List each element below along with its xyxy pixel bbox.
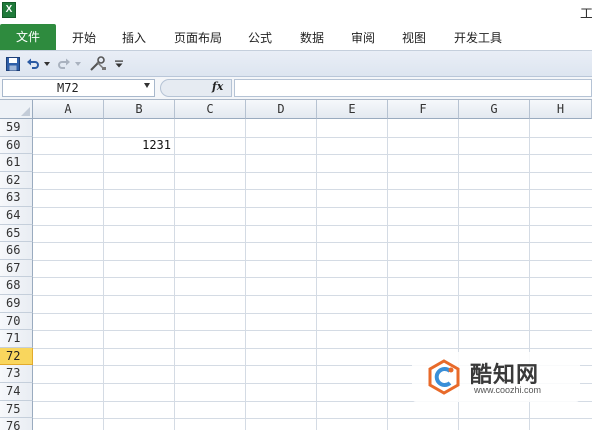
gridline xyxy=(33,207,592,208)
gridline xyxy=(33,224,592,226)
formula-bar: M72 fx xyxy=(0,77,592,100)
gridline xyxy=(33,259,592,261)
row-header-67[interactable]: 67 xyxy=(0,259,33,278)
tab-insert[interactable]: 插入 xyxy=(118,29,150,51)
title-bar: X 工 xyxy=(0,0,592,24)
gridline xyxy=(33,242,592,244)
column-header-c[interactable]: C xyxy=(175,100,246,119)
gridline xyxy=(33,154,592,156)
watermark-url: www.coozhi.com xyxy=(474,385,542,395)
gridline xyxy=(33,171,592,173)
row-header-76[interactable]: 76 xyxy=(0,418,33,430)
toolbar-more-icon[interactable] xyxy=(112,55,126,73)
ribbon-tabs: 文件 开始 插入 页面布局 公式 数据 审阅 视图 开发工具 xyxy=(0,24,592,51)
insert-function-button[interactable]: fx xyxy=(212,80,223,93)
customize-icon[interactable] xyxy=(88,55,108,73)
column-header-h[interactable]: H xyxy=(530,100,592,119)
row-header-75[interactable]: 75 xyxy=(0,400,33,419)
row-header-71[interactable]: 71 xyxy=(0,330,33,348)
window-title: 工 xyxy=(580,7,592,19)
gridline xyxy=(33,189,592,191)
tab-review[interactable]: 审阅 xyxy=(347,29,379,51)
excel-app-icon[interactable]: X xyxy=(2,2,16,18)
row-header-72[interactable]: 72 xyxy=(0,347,33,366)
row-header-74[interactable]: 74 xyxy=(0,383,33,401)
column-header-g[interactable]: G xyxy=(459,100,530,119)
gridline xyxy=(33,330,592,332)
column-header-e[interactable]: E xyxy=(317,100,388,119)
redo-dropdown-icon[interactable] xyxy=(73,55,83,73)
name-box[interactable]: M72 xyxy=(2,79,155,97)
tab-formulas[interactable]: 公式 xyxy=(244,29,276,51)
select-all-corner[interactable] xyxy=(0,100,33,119)
row-header-64[interactable]: 64 xyxy=(0,207,33,225)
row-header-70[interactable]: 70 xyxy=(0,312,33,331)
row-header-73[interactable]: 73 xyxy=(0,365,33,383)
column-header-b[interactable]: B xyxy=(104,100,175,119)
row-header-65[interactable]: 65 xyxy=(0,224,33,243)
gridline xyxy=(33,312,592,314)
row-header-61[interactable]: 61 xyxy=(0,154,33,172)
tab-data[interactable]: 数据 xyxy=(296,29,328,51)
watermark: 酷知网 www.coozhi.com xyxy=(412,352,580,402)
column-header-d[interactable]: D xyxy=(246,100,317,119)
row-header-62[interactable]: 62 xyxy=(0,171,33,190)
column-header-a[interactable]: A xyxy=(33,100,104,119)
redo-icon[interactable] xyxy=(56,55,72,73)
undo-dropdown-icon[interactable] xyxy=(42,55,52,73)
gridline xyxy=(33,347,592,349)
gridline xyxy=(33,295,592,296)
tab-developer[interactable]: 开发工具 xyxy=(450,29,506,51)
coozhi-logo-icon xyxy=(428,359,460,395)
name-box-dropdown-icon[interactable] xyxy=(144,83,150,88)
formula-input[interactable] xyxy=(234,79,592,97)
undo-icon[interactable] xyxy=(25,55,41,73)
row-header-60[interactable]: 60 xyxy=(0,136,33,155)
save-icon[interactable] xyxy=(4,55,22,73)
tab-view[interactable]: 视图 xyxy=(398,29,430,51)
quick-access-toolbar xyxy=(0,51,592,77)
cell-b60-value[interactable]: 1231 xyxy=(105,136,171,153)
row-header-68[interactable]: 68 xyxy=(0,277,33,295)
row-header-69[interactable]: 69 xyxy=(0,295,33,313)
column-header-f[interactable]: F xyxy=(388,100,459,119)
row-header-59[interactable]: 59 xyxy=(0,119,33,137)
row-header-66[interactable]: 66 xyxy=(0,242,33,260)
tab-page-layout[interactable]: 页面布局 xyxy=(170,29,226,51)
tab-file[interactable]: 文件 xyxy=(0,24,56,50)
gridline xyxy=(33,277,592,279)
gridline xyxy=(33,418,592,420)
tab-home[interactable]: 开始 xyxy=(68,29,100,51)
row-header-63[interactable]: 63 xyxy=(0,189,33,207)
